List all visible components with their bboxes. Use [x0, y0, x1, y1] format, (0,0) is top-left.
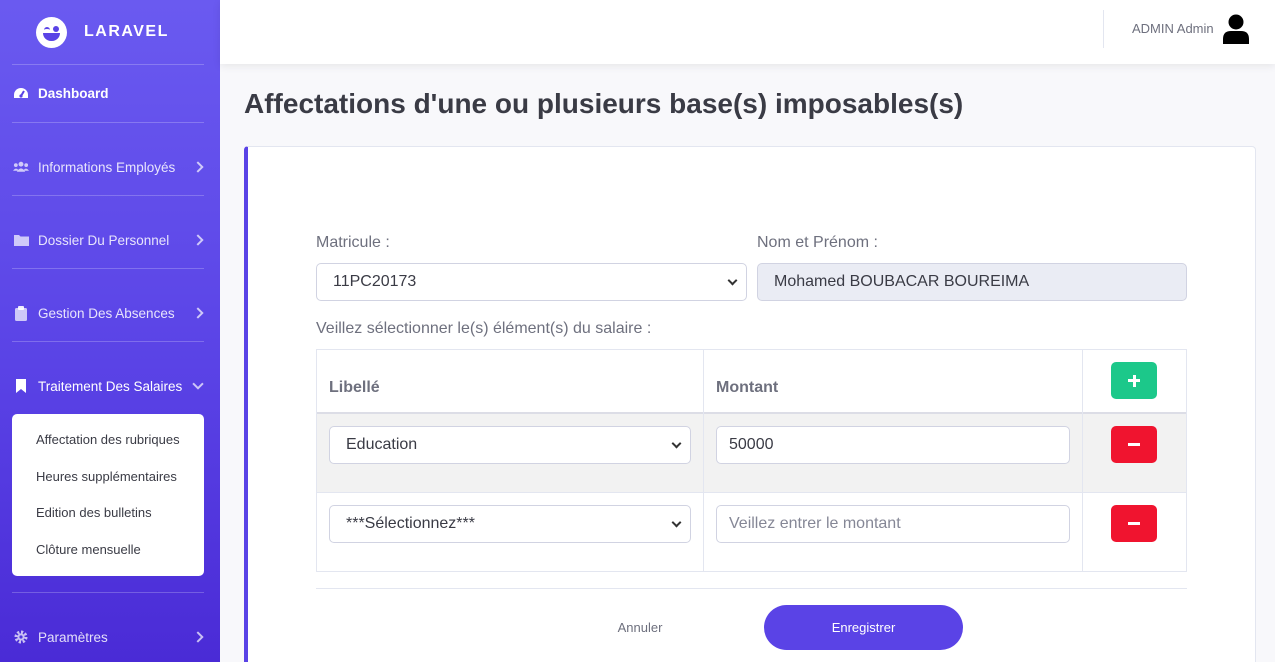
submenu-item-heures-supplementaires[interactable]: Heures supplémentaires: [12, 459, 204, 496]
bookmark-icon: [13, 379, 29, 393]
column-header-montant: Montant: [716, 379, 779, 396]
user-name[interactable]: ADMIN Admin: [1132, 21, 1214, 36]
sidebar-item-parametres[interactable]: Paramètres: [0, 609, 220, 662]
chevron-right-icon: [192, 307, 204, 319]
libelle-select[interactable]: ***Sélectionnez***: [329, 505, 691, 543]
nom-field: Mohamed BOUBACAR BOUREIMA: [757, 263, 1187, 301]
libelle-value: Education: [346, 436, 418, 453]
topbar: ADMIN Admin: [220, 0, 1275, 64]
gear-icon: [13, 630, 29, 644]
brand-name: LARAVEL: [84, 23, 169, 40]
laugh-wink-icon: [36, 16, 67, 48]
page-title: Affectations d'une ou plusieurs base(s) …: [244, 88, 964, 119]
sidebar-item-label: Traitement Des Salaires: [38, 378, 183, 394]
plus-icon: [1128, 374, 1140, 387]
nom-label: Nom et Prénom :: [757, 234, 878, 251]
topbar-divider: [1103, 10, 1104, 48]
montant-input[interactable]: Veillez entrer le montant: [716, 505, 1070, 543]
chevron-right-icon: [192, 631, 204, 643]
chevron-right-icon: [192, 234, 204, 246]
matricule-value: 11PC20173: [333, 273, 417, 290]
submenu-item-cloture-mensuelle[interactable]: Clôture mensuelle: [12, 532, 204, 569]
libelle-value: ***Sélectionnez***: [346, 515, 475, 532]
save-button[interactable]: Enregistrer: [764, 605, 963, 650]
sidebar-item-informations-employes[interactable]: Informations Employés: [0, 139, 220, 195]
submenu-traitement-des-salaires: Affectation des rubriques Heures supplém…: [12, 414, 204, 576]
chevron-down-icon: [192, 378, 204, 390]
libelle-select[interactable]: Education: [329, 426, 691, 464]
clipboard-icon: [13, 305, 29, 321]
form-divider: [316, 588, 1187, 589]
chevron-down-icon: [727, 275, 738, 286]
sidebar-item-label: Dossier Du Personnel: [38, 232, 170, 248]
remove-row-button[interactable]: [1111, 426, 1157, 463]
nom-value: Mohamed BOUBACAR BOUREIMA: [774, 273, 1030, 290]
remove-row-button[interactable]: [1111, 505, 1157, 542]
tachometer-icon: [13, 87, 29, 101]
montant-value: 50000: [729, 436, 774, 453]
folder-icon: [13, 233, 29, 247]
sidebar-item-label: Informations Employés: [38, 159, 176, 175]
column-header-libelle: Libellé: [329, 379, 380, 396]
user-icon[interactable]: [1222, 14, 1250, 44]
submenu-item-edition-des-bulletins[interactable]: Edition des bulletins: [12, 495, 204, 532]
users-icon: [13, 160, 29, 174]
salary-elements-instruction: Veillez sélectionner le(s) élément(s) du…: [316, 320, 652, 337]
sidebar: LARAVEL Dashboard Informations Employés …: [0, 0, 220, 662]
sidebar-item-label: Dashboard: [38, 86, 109, 101]
sidebar-item-gestion-des-absences[interactable]: Gestion Des Absences: [0, 285, 220, 341]
minus-icon: [1128, 522, 1140, 525]
montant-input[interactable]: 50000: [716, 426, 1070, 464]
sidebar-item-traitement-des-salaires[interactable]: Traitement Des Salaires: [0, 358, 220, 414]
cancel-button[interactable]: Annuler: [596, 610, 684, 644]
chevron-down-icon: [671, 438, 682, 449]
brand[interactable]: LARAVEL: [0, 0, 220, 64]
minus-icon: [1128, 443, 1140, 446]
chevron-right-icon: [192, 161, 204, 173]
matricule-label: Matricule :: [316, 234, 390, 251]
sidebar-item-dossier-du-personnel[interactable]: Dossier Du Personnel: [0, 212, 220, 268]
sidebar-item-label: Gestion Des Absences: [38, 305, 175, 321]
matricule-select[interactable]: 11PC20173: [316, 263, 747, 301]
sidebar-item-label: Paramètres: [38, 629, 108, 645]
add-row-button[interactable]: [1111, 362, 1157, 399]
sidebar-item-dashboard[interactable]: Dashboard: [0, 65, 220, 122]
chevron-down-icon: [671, 517, 682, 528]
montant-placeholder: Veillez entrer le montant: [729, 515, 901, 532]
submenu-item-affectation-des-rubriques[interactable]: Affectation des rubriques: [12, 422, 204, 459]
